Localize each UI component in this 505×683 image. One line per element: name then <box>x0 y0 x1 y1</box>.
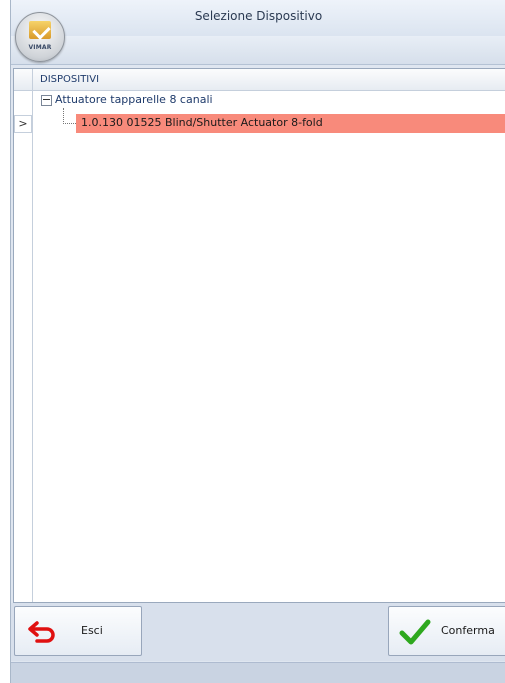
undo-arrow-icon <box>28 621 55 643</box>
tree-connector-line <box>63 108 76 124</box>
exit-button[interactable]: Esci <box>14 606 142 656</box>
row-selector-column <box>14 90 33 602</box>
checkmark-icon <box>399 619 431 645</box>
grid-header: DISPOSITIVI <box>14 69 505 91</box>
exit-button-label: Esci <box>81 624 103 637</box>
column-header-devices[interactable]: DISPOSITIVI <box>40 74 99 85</box>
confirm-button-label: Conferma <box>441 624 495 637</box>
dialog-window: Selezione Dispositivo VIMAR DISPOSITIVI … <box>10 0 505 683</box>
minus-box-icon[interactable] <box>41 95 52 106</box>
button-bar: Esci Conferma <box>11 603 505 661</box>
current-row-indicator: > <box>14 115 32 133</box>
grid-corner <box>14 69 33 90</box>
tree-row-parent[interactable]: Attuatore tapparelle 8 canali <box>33 93 505 111</box>
app-logo-button[interactable]: VIMAR <box>15 12 65 62</box>
window-title: Selezione Dispositivo <box>194 9 323 23</box>
title-bar: Selezione Dispositivo <box>11 0 505 36</box>
logo-text: VIMAR <box>28 44 52 51</box>
devices-grid: DISPOSITIVI > Attuatore tapparelle 8 can… <box>13 68 505 603</box>
tree-node-label: 1.0.130 01525 Blind/Shutter Actuator 8-f… <box>81 116 323 129</box>
status-bar <box>11 662 505 683</box>
confirm-button[interactable]: Conferma <box>388 606 505 656</box>
toolbar <box>11 36 505 65</box>
tree-row-child-selected[interactable]: 1.0.130 01525 Blind/Shutter Actuator 8-f… <box>33 108 505 133</box>
vimar-logo-icon <box>29 21 51 39</box>
tree-node-label: Attuatore tapparelle 8 canali <box>55 93 213 106</box>
